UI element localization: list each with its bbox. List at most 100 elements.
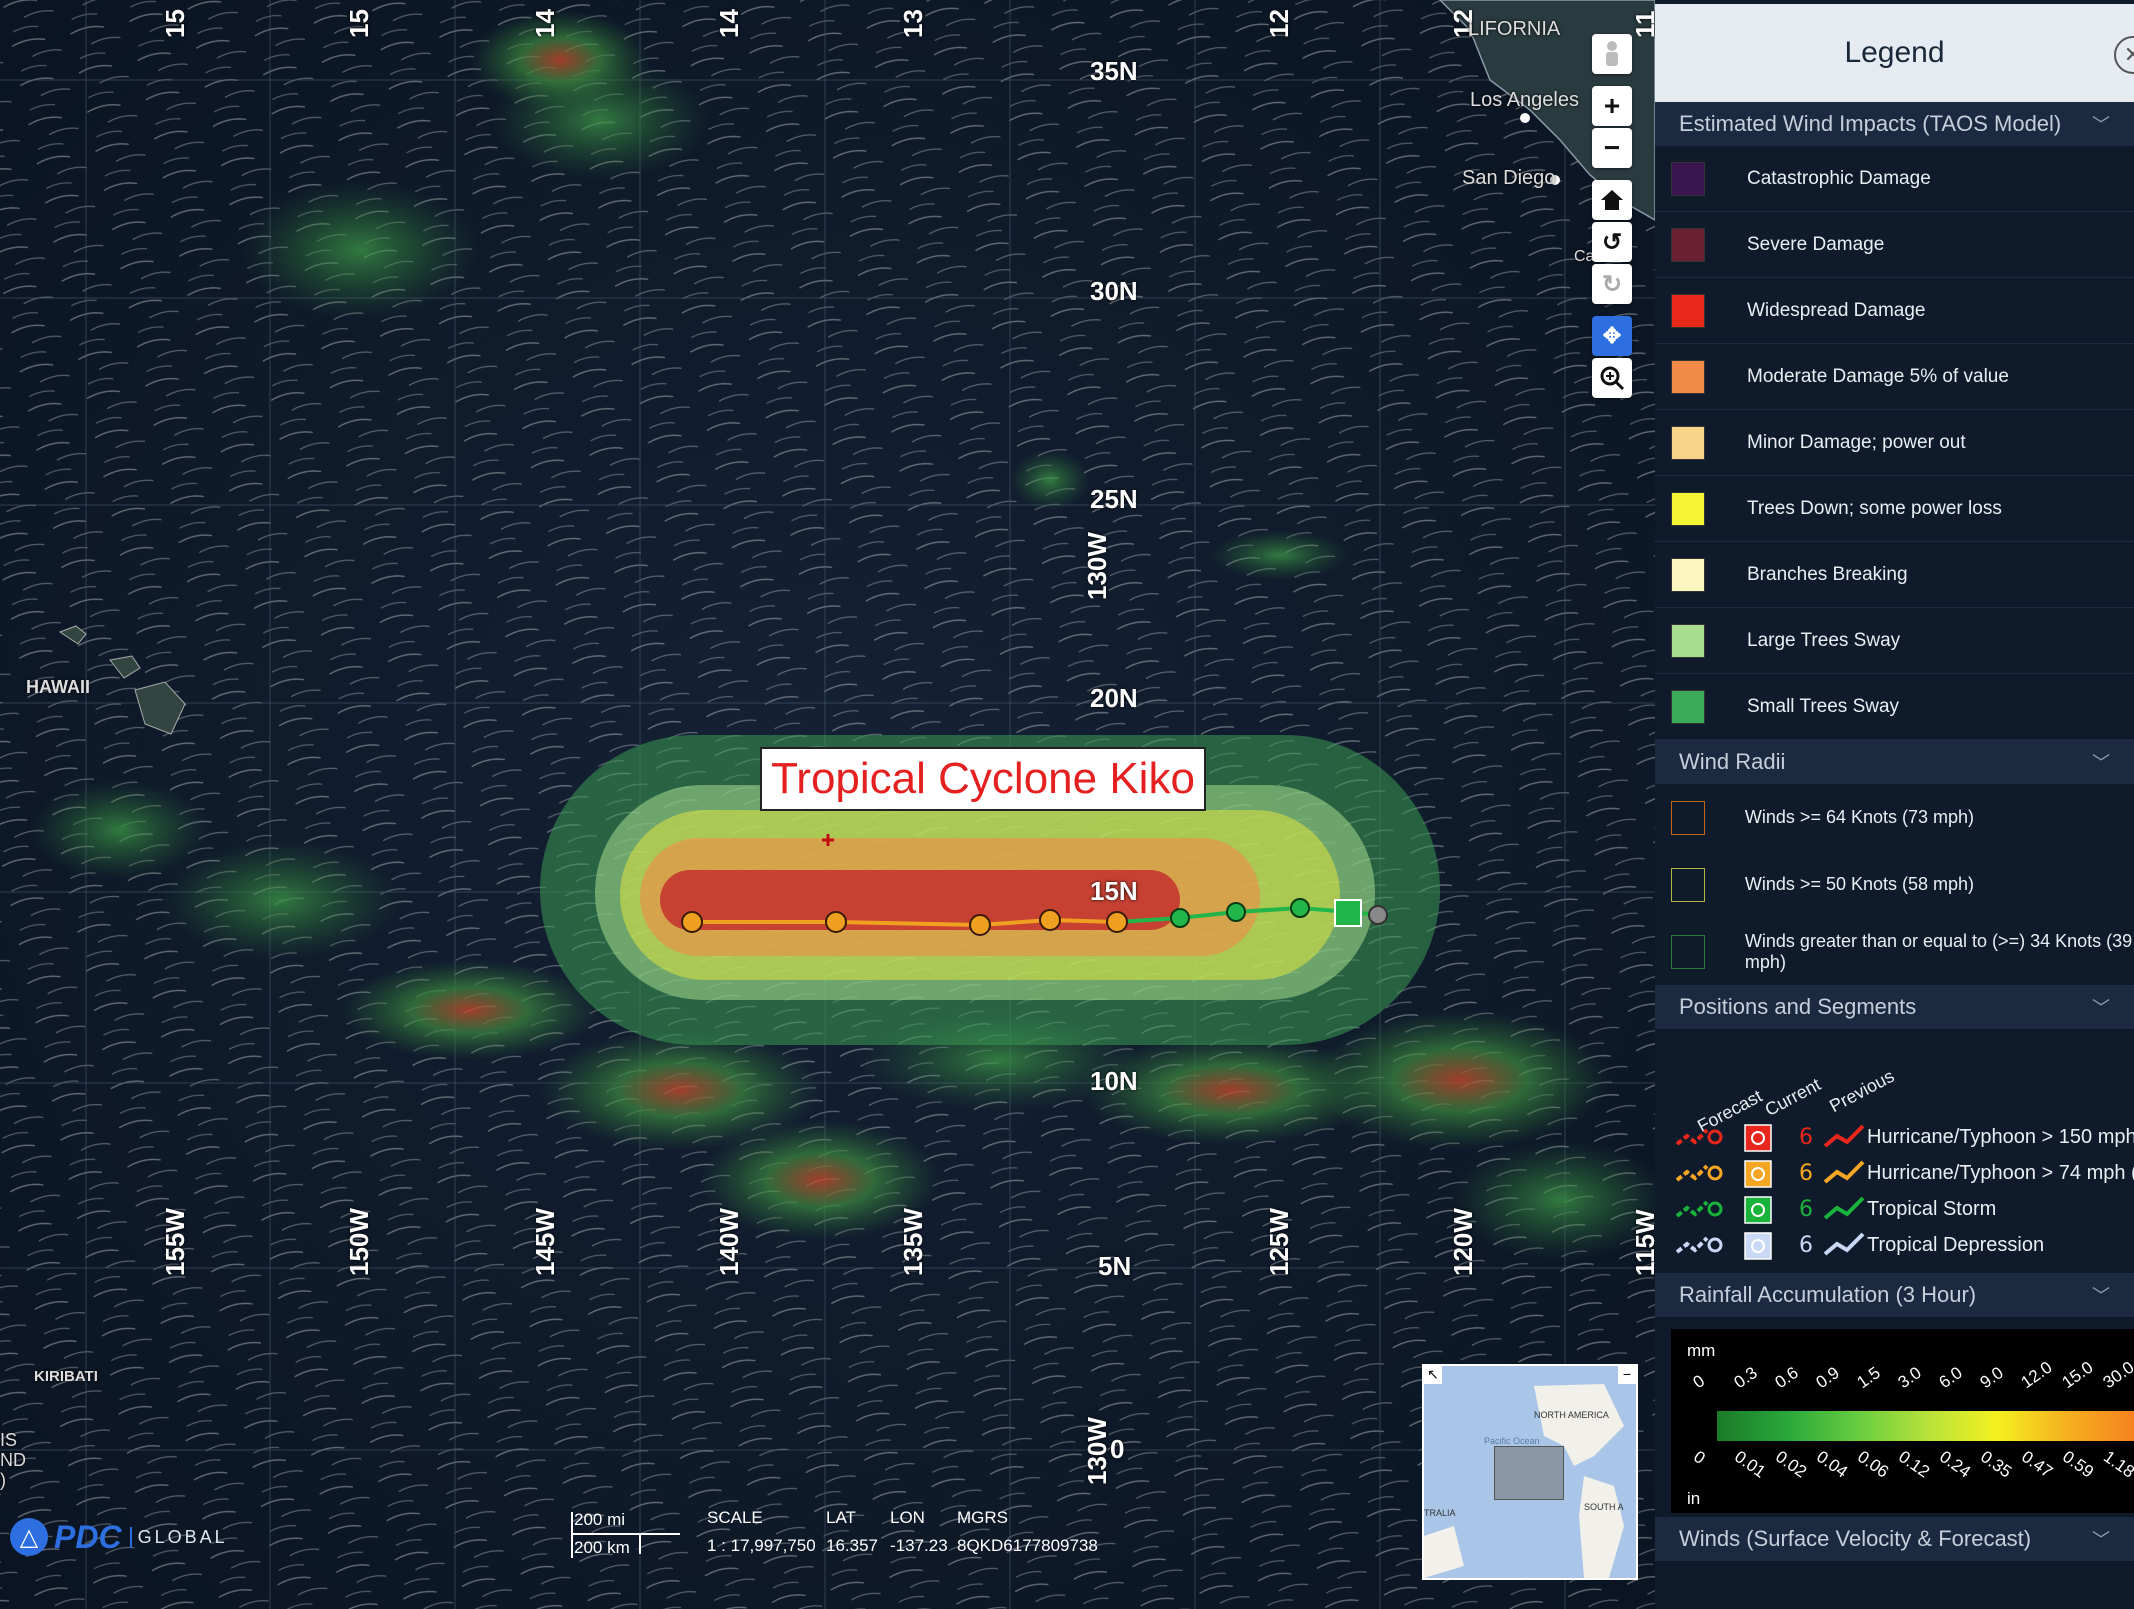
lat-label-30n: 30N — [1090, 276, 1138, 306]
chevron-down-icon[interactable]: ﹀ — [2092, 1282, 2110, 1308]
wind-radius-item: Winds >= 64 Knots (73 mph) — [1655, 784, 2134, 851]
section-wind-impacts[interactable]: Estimated Wind Impacts (TAOS Model) ﹀ — [1655, 102, 2134, 146]
wind-radii-list: Winds >= 64 Knots (73 mph) Winds >= 50 Kn… — [1655, 784, 2134, 985]
wind-radius-item: Winds >= 50 Knots (58 mph) — [1655, 851, 2134, 918]
place-kiribati: KIRIBATI — [34, 1368, 98, 1385]
section-wind-radii[interactable]: Wind Radii ﹀ — [1655, 740, 2134, 784]
lat-label-20n: 20N — [1090, 683, 1138, 713]
position-symbols-icon: 6 — [1675, 1196, 1865, 1224]
place-left-edge: IS ND ) — [0, 1430, 26, 1490]
rainfall-in-tick: 0.01 — [1731, 1447, 1770, 1482]
lon-label-120w: 120W — [1448, 1208, 1478, 1276]
rainfall-mm-tick: 6.0 — [1935, 1363, 1966, 1393]
legend-header: Legend ✕ — [1655, 0, 2134, 102]
scale-mi: 200 mi — [574, 1510, 626, 1529]
undo-icon[interactable]: ↺ — [1592, 222, 1632, 262]
wind-impact-swatch — [1671, 623, 1705, 658]
minimap-label-north-america: NORTH AMERICA — [1534, 1410, 1609, 1420]
lon-label-125w: 125W — [1264, 1208, 1294, 1276]
wind-impact-label: Widespread Damage — [1747, 299, 1926, 321]
pdc-triangle-icon: △ — [10, 1518, 48, 1556]
section-rainfall[interactable]: Rainfall Accumulation (3 Hour) ﹀ — [1655, 1273, 2134, 1317]
chevron-down-icon[interactable]: ﹀ — [2092, 111, 2110, 137]
pan-move-icon[interactable]: ✥ — [1592, 316, 1632, 356]
section-wind-impacts-label: Estimated Wind Impacts (TAOS Model) — [1679, 111, 2062, 136]
wind-impact-swatch — [1671, 491, 1705, 526]
position-row: 6 Hurricane/Typhoon > 150 mph — [1675, 1119, 2134, 1155]
minimap-label-pacific: Pacific Ocean — [1484, 1436, 1540, 1446]
header-previous: Previous — [1826, 1065, 1898, 1117]
wind-impact-label: Severe Damage — [1747, 233, 1885, 255]
section-positions[interactable]: Positions and Segments ﹀ — [1655, 985, 2134, 1029]
lon-label-135w: 135W — [898, 1208, 928, 1276]
section-winds[interactable]: Winds (Surface Velocity & Forecast) ﹀ — [1655, 1517, 2134, 1561]
lat-label-10n: 10N — [1090, 1066, 1138, 1096]
rainfall-in-tick: 0.35 — [1977, 1447, 2016, 1482]
chevron-down-icon[interactable]: ﹀ — [2092, 1526, 2110, 1552]
position-row-label: Tropical Storm — [1867, 1197, 1997, 1220]
scale-readout: SCALE 1 : 17,997,750 — [707, 1508, 816, 1556]
minimap-expand-icon[interactable]: ↖ — [1424, 1366, 1442, 1384]
lon-label-130w-mid: 130W — [1082, 532, 1112, 600]
scale-km: 200 km — [574, 1538, 630, 1557]
overview-minimap[interactable]: NORTH AMERICA Pacific Ocean SOUTH A TRAL… — [1422, 1364, 1638, 1580]
map-view[interactable]: 35N 30N 25N 20N 15N 10N 5N 0 15 15 14 14… — [0, 0, 1655, 1609]
lon-label-150w: 150W — [344, 1208, 374, 1276]
wind-impact-label: Branches Breaking — [1747, 563, 1908, 585]
place-san-diego: San Diego — [1462, 167, 1556, 189]
mgrs-value: 8QKD6177809738 — [957, 1536, 1098, 1555]
zoom-in-icon[interactable]: + — [1592, 86, 1632, 126]
status-bar: 200 mi 200 km SCALE 1 : 17,997,750 LAT 1… — [570, 1508, 1130, 1568]
street-view-pegman-icon[interactable] — [1592, 34, 1632, 74]
close-icon[interactable]: ✕ — [2114, 36, 2134, 74]
wind-impact-item: Severe Damage — [1655, 212, 2134, 278]
wind-impact-label: Trees Down; some power loss — [1747, 497, 2002, 519]
logo-pdc-text: PDC — [54, 1518, 122, 1555]
lon-header: LON — [890, 1508, 925, 1527]
positions-segments-legend: Forecast Current Previous 6 Hurricane/Typ… — [1655, 1029, 2134, 1273]
place-california: LIFORNIA — [1468, 18, 1561, 40]
lon-label-155w: 155W — [160, 1208, 190, 1276]
wind-radius-swatch — [1671, 934, 1705, 969]
home-icon[interactable] — [1592, 180, 1632, 220]
zoom-out-icon[interactable]: − — [1592, 128, 1632, 168]
lon-label-top-4: 14 — [714, 9, 744, 38]
chevron-down-icon[interactable]: ﹀ — [2092, 749, 2110, 775]
zoom-box-icon[interactable] — [1592, 358, 1632, 398]
redo-icon[interactable]: ↻ — [1592, 264, 1632, 304]
position-symbols-icon: 6 — [1675, 1232, 1865, 1260]
wind-impact-item: Minor Damage; power out — [1655, 410, 2134, 476]
minimap-viewport[interactable] — [1494, 1446, 1564, 1500]
lat-header: LAT — [826, 1508, 856, 1527]
lat-label-25n: 25N — [1090, 484, 1138, 514]
scale-bar: 200 mi 200 km — [570, 1508, 680, 1560]
lat-label-15n: 15N — [1090, 876, 1138, 906]
scale-value: 1 : 17,997,750 — [707, 1536, 816, 1555]
wind-radius-label: Winds >= 50 Knots (58 mph) — [1744, 874, 1975, 894]
minimap-collapse-icon[interactable]: − — [1618, 1366, 1636, 1384]
position-row-label: Hurricane/Typhoon > 150 mph — [1867, 1125, 2134, 1148]
section-wind-radii-label: Wind Radii — [1679, 749, 1786, 774]
section-winds-label: Winds (Surface Velocity & Forecast) — [1679, 1526, 2032, 1551]
rainfall-color-bar — [1717, 1411, 2134, 1441]
wind-impact-label: Small Trees Sway — [1747, 695, 1900, 717]
position-row: 6 Tropical Storm — [1675, 1191, 2134, 1227]
rainfall-mm-tick: 1.5 — [1853, 1363, 1884, 1393]
rainfall-unit-mm: mm — [1687, 1341, 1716, 1360]
rainfall-scale-box: mm in 0 0.3 0.6 0.9 1.5 3.0 6.0 9.0 12.0 15.0 30.0… — [1671, 1329, 2134, 1513]
wind-impact-swatch — [1671, 293, 1705, 328]
chevron-down-icon[interactable]: ﹀ — [2092, 994, 2110, 1020]
wind-impact-swatch — [1671, 161, 1705, 196]
lon-label-top-1: 15 — [160, 9, 190, 38]
place-los-angeles: Los Angeles — [1470, 89, 1579, 111]
wind-radius-label: Winds greater than or equal to (>=) 34 K… — [1744, 930, 2133, 972]
wind-impact-label: Large Trees Sway — [1747, 629, 1901, 651]
rainfall-unit-in: in — [1687, 1489, 1701, 1508]
svg-text:6: 6 — [1799, 1197, 1813, 1222]
rainfall-in-tick: 0.59 — [2059, 1447, 2098, 1482]
rainfall-in-tick: 0.06 — [1854, 1447, 1893, 1482]
cyclone-title-label[interactable]: Tropical Cyclone Kiko — [760, 747, 1206, 811]
rainfall-in-tick: 0 — [1690, 1447, 1709, 1468]
mgrs-header: MGRS — [957, 1508, 1008, 1527]
wind-impact-item: Large Trees Sway — [1655, 608, 2134, 674]
